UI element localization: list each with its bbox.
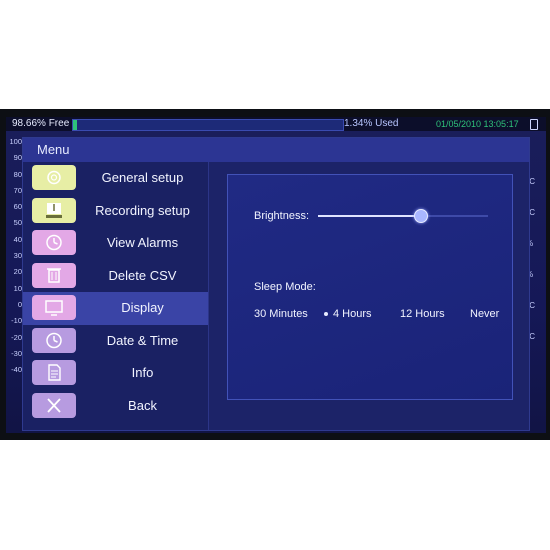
storage-used-text: 1.34% Used xyxy=(344,118,399,129)
sleep-mode-label: Sleep Mode: xyxy=(254,281,316,293)
screen: 98.66% Free 1.34% Used 01/05/2010 13:05:… xyxy=(6,117,546,433)
display-settings-panel: Brightness: Sleep Mode: 30 Minutes 4 Hour… xyxy=(227,174,513,400)
sleep-option-label: 12 Hours xyxy=(400,308,445,320)
brightness-slider[interactable] xyxy=(318,209,488,223)
clock-icon xyxy=(32,327,76,353)
scale-tick-label: -40 xyxy=(11,365,22,375)
scale-tick-label: 0 xyxy=(17,299,22,309)
scale-tick-label: 60 xyxy=(13,202,22,212)
brightness-label: Brightness: xyxy=(254,210,310,222)
sleep-option-30-minutes[interactable]: 30 Minutes xyxy=(254,308,308,320)
menu-title-bar: Menu xyxy=(23,138,529,162)
device-bezel: 98.66% Free 1.34% Used 01/05/2010 13:05:… xyxy=(0,109,550,440)
scale-tick-label: 30 xyxy=(13,251,22,261)
menu-item-view-alarms[interactable]: View Alarms xyxy=(23,227,208,260)
scale-tick-label: -30 xyxy=(11,348,22,358)
document-icon xyxy=(32,360,76,385)
sleep-option-4-hours[interactable]: 4 Hours xyxy=(324,308,372,320)
brightness-slider-handle[interactable] xyxy=(414,209,428,223)
record-icon xyxy=(32,197,76,223)
datetime-text: 01/05/2010 13:05:17 xyxy=(436,119,519,129)
menu-item-general-setup[interactable]: General setup xyxy=(23,162,208,195)
trash-icon xyxy=(32,262,76,288)
menu-item-label: Recording setup xyxy=(95,202,190,218)
sleep-option-label: 30 Minutes xyxy=(254,308,308,320)
sleep-option-12-hours[interactable]: 12 Hours xyxy=(400,308,445,320)
menu-item-delete-csv[interactable]: Delete CSV xyxy=(23,260,208,293)
menu-title: Menu xyxy=(37,142,70,157)
menu-item-label: View Alarms xyxy=(106,235,179,250)
menu-list: General setup Recording setup View Alarms D… xyxy=(23,162,209,430)
scale-tick-label: -20 xyxy=(11,332,22,342)
scale-tick-label: 90 xyxy=(13,153,22,163)
scale-tick-label: 100 xyxy=(9,137,22,146)
gear-icon xyxy=(32,165,76,190)
scale-tick-label: 70 xyxy=(13,185,22,195)
menu-item-label: Info xyxy=(131,365,154,380)
menu-item-label: Display xyxy=(121,300,164,315)
scale-tick-label: 50 xyxy=(13,218,22,228)
menu-item-date-time[interactable]: Date & Time xyxy=(23,325,208,358)
menu-item-info[interactable]: Info xyxy=(23,357,208,390)
storage-usage-fill xyxy=(73,120,77,130)
background-scale: 100 90 80 70 60 50 40 30 20 10 0 -10 -20 -30 -40 xyxy=(6,137,22,381)
menu-item-display[interactable]: Display xyxy=(23,292,208,325)
close-icon xyxy=(32,392,76,418)
clock-icon xyxy=(32,230,76,255)
menu-item-back[interactable]: Back xyxy=(23,390,208,423)
scale-tick-label: 40 xyxy=(13,234,22,244)
brightness-slider-fill xyxy=(318,215,420,217)
scale-tick-label: 10 xyxy=(13,283,22,293)
scale-tick-label: -10 xyxy=(11,316,22,326)
menu-item-label: Back xyxy=(128,397,157,413)
menu-item-label: General setup xyxy=(101,170,184,185)
menu-item-label: Delete CSV xyxy=(108,267,177,283)
status-bar: 98.66% Free 1.34% Used 01/05/2010 13:05:… xyxy=(6,117,546,131)
sleep-option-label: 4 Hours xyxy=(333,308,372,320)
radio-selected-icon xyxy=(324,312,328,317)
storage-usage-bar xyxy=(72,119,344,131)
scale-tick-label: 20 xyxy=(13,267,22,277)
storage-free-text: 98.66% Free xyxy=(12,118,70,129)
menu-item-label: Date & Time xyxy=(106,332,179,348)
sleep-option-label: Never xyxy=(470,308,500,320)
battery-icon xyxy=(530,119,538,130)
monitor-icon xyxy=(32,295,76,320)
sleep-option-never[interactable]: Never xyxy=(470,308,499,320)
scale-tick-label: 80 xyxy=(13,169,22,179)
menu-item-recording-setup[interactable]: Recording setup xyxy=(23,195,208,228)
menu-dialog: Menu General setup Recording setup View Al… xyxy=(22,137,530,431)
